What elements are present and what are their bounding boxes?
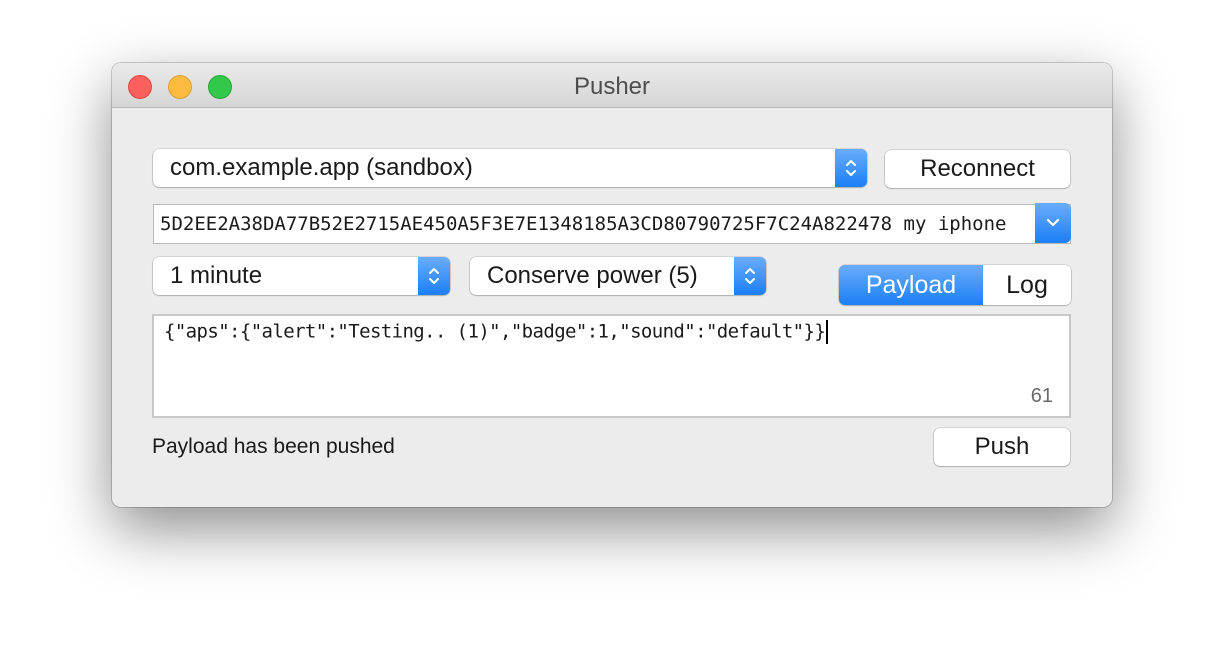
identity-popup[interactable]: com.example.app (sandbox) [153,149,867,187]
window-title: Pusher [573,73,651,100]
identity-value: com.example.app (sandbox) [170,154,473,181]
device-token-combobox[interactable]: 5D2EE2A38DA77B52E2715AE450A5F3E7E1348185… [153,204,1071,244]
expiry-value: 1 minute [170,262,263,289]
chevron-down-icon [1046,218,1060,227]
up-down-chevron-icon [734,257,766,295]
view-tabs: Payload Log [839,265,1071,305]
tab-payload[interactable]: Payload [839,265,983,305]
payload-text: {"aps":{"alert":"Testing.. (1)","badge":… [164,320,826,343]
expiry-popup[interactable]: 1 minute [153,257,450,295]
up-down-chevron-icon [835,149,867,187]
payload-editor[interactable]: {"aps":{"alert":"Testing.. (1)","badge":… [152,314,1071,418]
pusher-window: Pusher com.example.app (sandbox) Reconne… [112,63,1112,507]
priority-popup[interactable]: Conserve power (5) [470,257,766,295]
device-token-input[interactable]: 5D2EE2A38DA77B52E2715AE450A5F3E7E1348185… [160,213,1032,235]
push-button[interactable]: Push [934,428,1070,466]
reconnect-button[interactable]: Reconnect [885,150,1070,188]
character-count: 61 [1030,385,1053,407]
priority-value: Conserve power (5) [487,262,698,289]
device-token-dropdown-button[interactable] [1035,203,1071,243]
title-bar[interactable]: Pusher [112,63,1112,108]
up-down-chevron-icon [418,257,450,295]
text-caret [826,320,828,344]
status-message: Payload has been pushed [152,435,395,458]
tab-log[interactable]: Log [983,265,1071,305]
